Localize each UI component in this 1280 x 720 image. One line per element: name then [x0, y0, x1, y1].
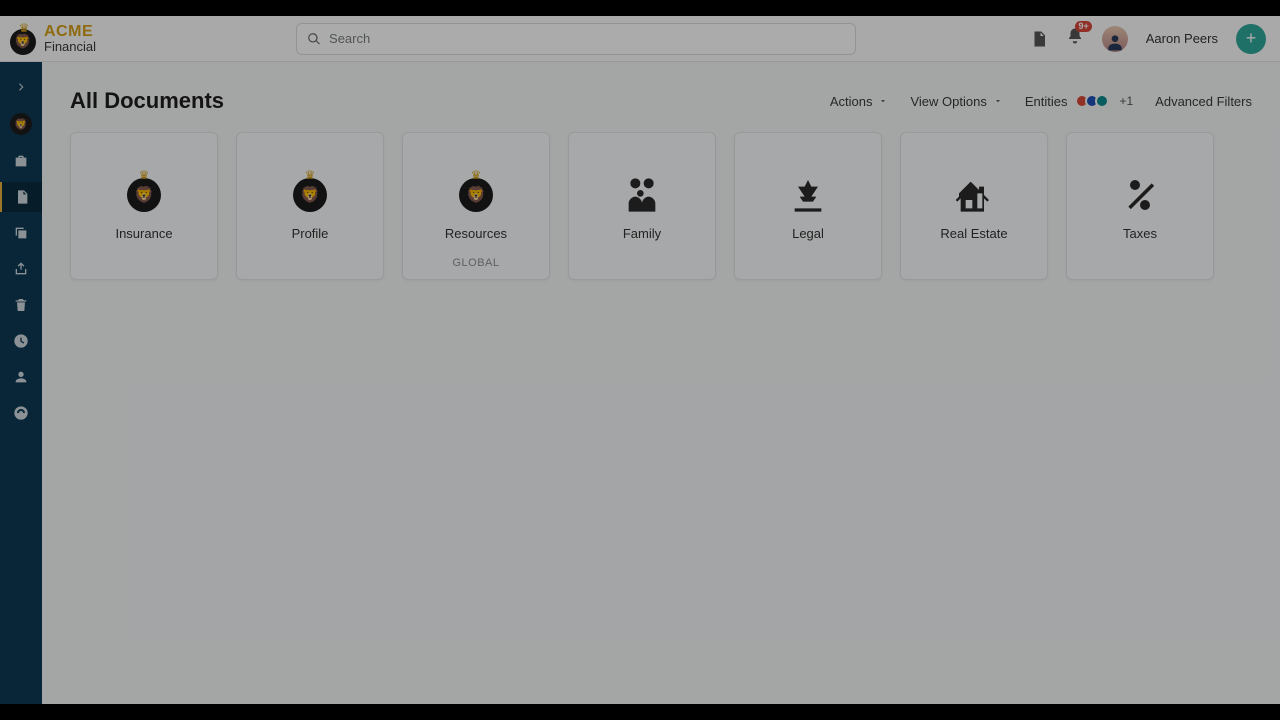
sidebar-item-share[interactable] [0, 254, 42, 284]
folder-icon-wrap [622, 172, 662, 218]
folder-sublabel: GLOBAL [452, 257, 499, 269]
taxes-icon [1120, 175, 1160, 215]
briefcase-icon [13, 153, 29, 169]
notifications-badge: 9+ [1075, 21, 1091, 32]
brand-mini-icon: 🦁 [10, 113, 32, 135]
user-name-label: Aaron Peers [1146, 31, 1218, 46]
user-avatar[interactable] [1102, 26, 1128, 52]
brand-folder-icon: ♛🦁 [459, 178, 493, 212]
folder-card[interactable]: ♛🦁 Profile [236, 132, 384, 280]
search-icon [307, 32, 321, 46]
page-controls: Actions View Options Entities +1 Advance… [830, 94, 1252, 109]
letterbox-bottom [0, 704, 1280, 720]
actions-dropdown[interactable]: Actions [830, 94, 889, 109]
letterbox-top [0, 0, 1280, 16]
folder-label: Resources [445, 226, 507, 241]
sidebar-item-documents[interactable] [0, 182, 42, 212]
clock-icon [13, 333, 29, 349]
sidebar-item-briefcase[interactable] [0, 146, 42, 176]
folder-card[interactable]: Real Estate [900, 132, 1048, 280]
legal-icon [788, 175, 828, 215]
folder-card[interactable]: Taxes [1066, 132, 1214, 280]
folder-label: Taxes [1123, 226, 1157, 241]
advanced-filters-label: Advanced Filters [1155, 94, 1252, 109]
folder-icon-wrap [954, 172, 994, 218]
brand-folder-icon: ♛🦁 [293, 178, 327, 212]
document-icon [14, 189, 30, 205]
folder-label: Insurance [115, 226, 172, 241]
folder-icon-wrap: ♛🦁 [293, 172, 327, 218]
page-title: All Documents [70, 88, 224, 114]
trash-icon [13, 297, 29, 313]
top-right-group: 9+ Aaron Peers + [1030, 24, 1266, 54]
sidebar-item-collapse[interactable] [0, 72, 42, 102]
folder-icon-wrap: ♛🦁 [459, 172, 493, 218]
sidebar: 🦁 [0, 62, 42, 704]
brand-folder-icon: ♛🦁 [127, 178, 161, 212]
family-icon [622, 175, 662, 215]
search-field[interactable] [296, 23, 856, 55]
avatar-person-icon [1105, 32, 1125, 52]
main-area: All Documents Actions View Options Entit… [42, 62, 1280, 704]
folder-label: Profile [292, 226, 329, 241]
view-options-label: View Options [910, 94, 986, 109]
folder-label: Family [623, 226, 661, 241]
app-root: ♛ 🦁 ACME Financial 9+ Aaron Peers [0, 0, 1280, 720]
chevrons-icon [15, 81, 27, 93]
sidebar-item-user[interactable] [0, 362, 42, 392]
folder-card[interactable]: Legal [734, 132, 882, 280]
user-icon [13, 369, 29, 385]
actions-label: Actions [830, 94, 873, 109]
sidebar-item-brand[interactable]: 🦁 [0, 108, 42, 140]
page-header: All Documents Actions View Options Entit… [70, 88, 1252, 114]
advanced-filters-button[interactable]: Advanced Filters [1155, 94, 1252, 109]
add-button[interactable]: + [1236, 24, 1266, 54]
chevron-down-icon [878, 96, 888, 106]
top-bar: ♛ 🦁 ACME Financial 9+ Aaron Peers [0, 16, 1280, 62]
folder-icon-wrap [1120, 172, 1160, 218]
folder-label: Legal [792, 226, 824, 241]
copy-icon [13, 225, 29, 241]
search-input[interactable] [329, 31, 845, 46]
folder-label: Real Estate [940, 226, 1007, 241]
sidebar-item-support[interactable] [0, 398, 42, 428]
brand-name-top: ACME [44, 24, 96, 40]
folder-card[interactable]: ♛🦁 Insurance [70, 132, 218, 280]
realestate-icon [954, 175, 994, 215]
folders-grid: ♛🦁 Insurance ♛🦁 Profile ♛🦁 Resources GLOBAL Fam… [70, 132, 1252, 280]
notifications-button[interactable]: 9+ [1066, 27, 1084, 50]
entities-dots [1075, 94, 1109, 108]
entities-filter[interactable]: Entities +1 [1025, 94, 1133, 109]
brand-name-bottom: Financial [44, 40, 96, 53]
brand-text: ACME Financial [44, 24, 96, 53]
brand-lion-icon: ♛ 🦁 [10, 25, 38, 53]
entities-label: Entities [1025, 94, 1068, 109]
share-icon [13, 261, 29, 277]
sidebar-item-recent[interactable] [0, 326, 42, 356]
view-options-dropdown[interactable]: View Options [910, 94, 1002, 109]
brand-logo[interactable]: ♛ 🦁 ACME Financial [10, 24, 96, 53]
chevron-down-icon [993, 96, 1003, 106]
sidebar-item-copy[interactable] [0, 218, 42, 248]
folder-card[interactable]: Family [568, 132, 716, 280]
support-icon [13, 405, 29, 421]
document-icon[interactable] [1030, 30, 1048, 48]
folder-icon-wrap [788, 172, 828, 218]
folder-icon-wrap: ♛🦁 [127, 172, 161, 218]
entity-dot [1095, 94, 1109, 108]
sidebar-item-trash[interactable] [0, 290, 42, 320]
entities-extra-count: +1 [1119, 94, 1133, 108]
plus-icon: + [1246, 28, 1257, 49]
folder-card[interactable]: ♛🦁 Resources GLOBAL [402, 132, 550, 280]
